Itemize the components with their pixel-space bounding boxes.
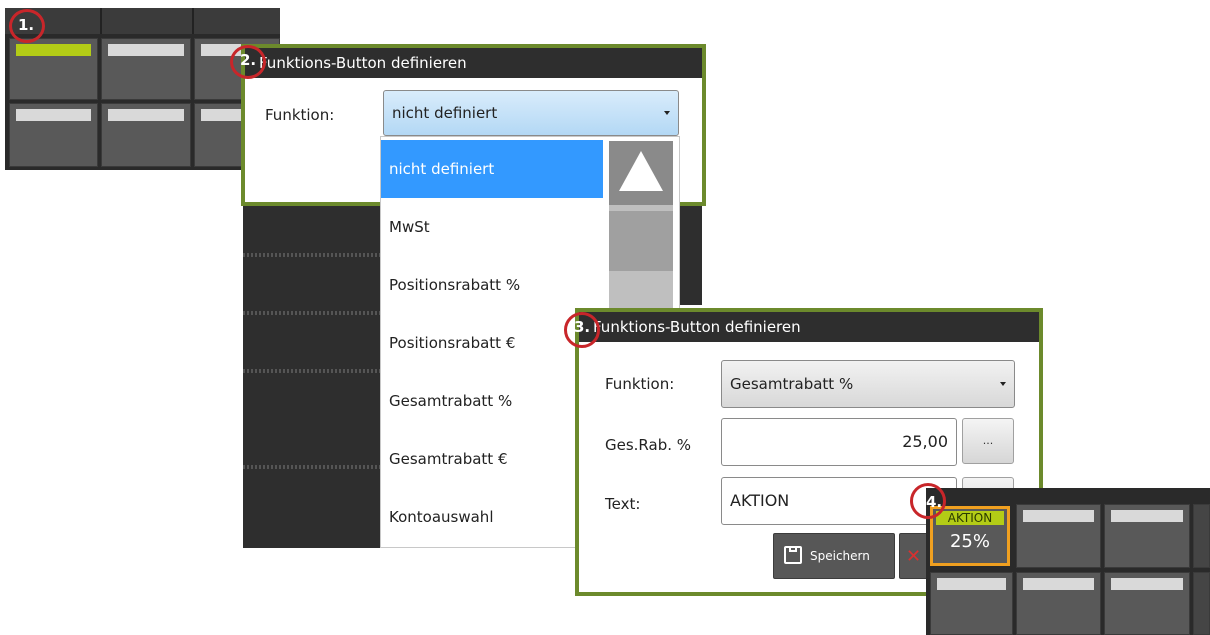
key-label-bar: [16, 109, 91, 121]
rabatt-input[interactable]: 25,00: [721, 418, 957, 466]
dropdown-option[interactable]: Gesamtrabatt €: [381, 430, 603, 488]
dropdown-option[interactable]: nicht definiert: [381, 140, 603, 198]
arrow-up-icon: [619, 151, 663, 191]
function-key[interactable]: [1104, 572, 1190, 635]
function-key[interactable]: [1016, 504, 1101, 568]
floppy-disk-icon: [784, 546, 802, 564]
grid-top-row: [5, 8, 280, 34]
key-label-bar: [937, 578, 1006, 590]
funktion-select-value: Gesamtrabatt %: [730, 375, 854, 393]
scroll-up-button[interactable]: [609, 141, 673, 205]
rabatt-picker-button[interactable]: ...: [962, 418, 1014, 464]
key-label-bar: [108, 109, 184, 121]
function-key[interactable]: [1193, 504, 1210, 568]
chevron-down-icon: [1000, 382, 1006, 386]
function-key[interactable]: [1193, 572, 1210, 635]
aktion-function-key[interactable]: AKTION 25%: [930, 506, 1010, 566]
dialog-title: Funktions-Button definieren: [245, 48, 702, 78]
function-key[interactable]: [9, 103, 98, 167]
background-grid-dark: [243, 205, 380, 548]
rabatt-label: Ges.Rab. %: [605, 436, 692, 454]
scrollbar-thumb[interactable]: [609, 211, 673, 271]
key-tag-label: AKTION: [936, 511, 1004, 525]
function-key[interactable]: [101, 103, 191, 167]
function-key-selected[interactable]: [9, 38, 98, 100]
key-label-bar: [1111, 510, 1183, 522]
step-4-marker: [910, 483, 946, 519]
funktion-select[interactable]: Gesamtrabatt %: [721, 360, 1015, 408]
close-icon: ✕: [906, 546, 922, 567]
dropdown-option[interactable]: Kontoauswahl: [381, 488, 603, 546]
funktion-label: Funktion:: [605, 375, 675, 393]
save-button[interactable]: Speichern: [773, 533, 895, 579]
step-1-marker: [9, 9, 45, 43]
funktion-select-open[interactable]: nicht definiert: [383, 90, 679, 136]
top-key[interactable]: [194, 8, 280, 34]
funktion-label: Funktion:: [265, 106, 335, 124]
function-key[interactable]: [101, 38, 191, 100]
step-3-marker: [564, 312, 600, 348]
funktion-select-value: nicht definiert: [392, 104, 498, 122]
dropdown-option[interactable]: Gesamtrabatt %: [381, 372, 603, 430]
save-button-label: Speichern: [810, 549, 870, 563]
top-key[interactable]: [102, 8, 194, 34]
pos-key-grid-initial: [5, 8, 280, 170]
key-label-bar: [1111, 578, 1183, 590]
function-key[interactable]: [930, 572, 1013, 635]
divider: [243, 253, 380, 257]
function-key[interactable]: [1104, 504, 1190, 568]
divider: [243, 311, 380, 315]
divider: [243, 465, 380, 469]
dropdown-option[interactable]: MwSt: [381, 198, 603, 256]
step-2-marker: [230, 45, 266, 79]
divider: [243, 369, 380, 373]
key-label-bar: [1023, 578, 1094, 590]
key-label-bar: [16, 44, 91, 56]
background-grid-dark: [680, 205, 702, 305]
dropdown-option[interactable]: Positionsrabatt %: [381, 256, 603, 314]
text-label: Text:: [605, 495, 641, 513]
key-value-label: 25%: [949, 531, 990, 552]
key-label-bar: [1023, 510, 1094, 522]
key-label-bar: [108, 44, 184, 56]
function-key[interactable]: [1016, 572, 1101, 635]
chevron-down-icon: [664, 111, 670, 115]
dialog-title: Funktions-Button definieren: [579, 312, 1039, 342]
pos-key-grid-result: AKTION 25%: [926, 488, 1210, 635]
